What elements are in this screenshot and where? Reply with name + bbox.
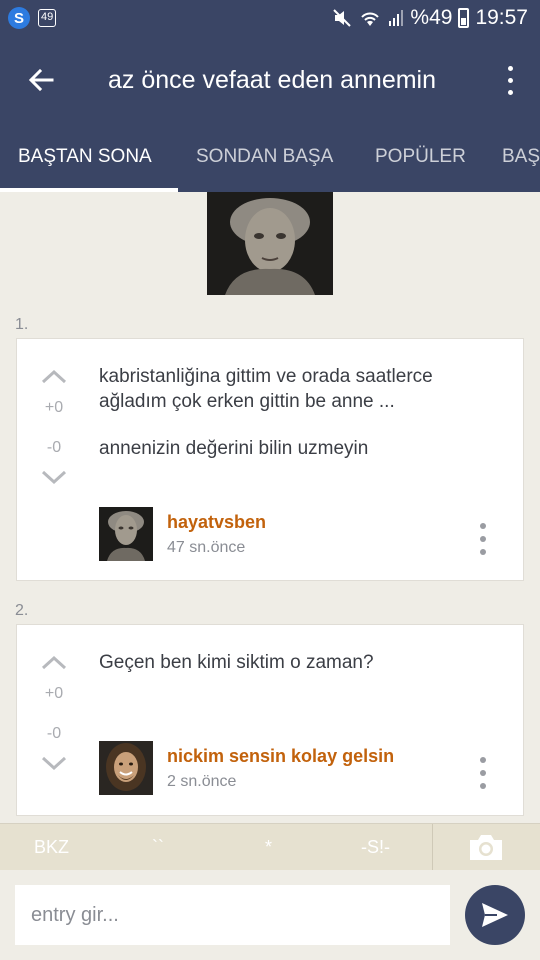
mute-icon [333, 9, 352, 27]
hidden-bkz-button[interactable]: `` [152, 837, 164, 858]
tab-sondan-basa[interactable]: SONDAN BAŞA [196, 136, 333, 192]
author-avatar[interactable] [99, 741, 153, 795]
clock: 19:57 [475, 6, 528, 29]
author-name[interactable]: nickim sensin kolay gelsin [167, 746, 394, 767]
downvote-count: -0 [46, 439, 62, 456]
chevron-down-icon [41, 470, 67, 485]
chevron-up-icon [41, 655, 67, 670]
more-vert-dot [480, 549, 486, 555]
signal-icon [389, 10, 404, 26]
format-toolbar: BKZ `` * -S!- [0, 823, 540, 871]
downvote-button[interactable] [39, 755, 69, 773]
battery-icon [458, 8, 470, 28]
more-vert-dot [480, 770, 486, 776]
entry-text-paragraph: Geçen ben kimi siktim o zaman? [99, 652, 374, 673]
status-bar: S 49 %49 19:57 [0, 0, 540, 36]
topic-image[interactable] [207, 192, 333, 295]
entry-time[interactable]: 47 sn.önce [167, 539, 245, 557]
app-bar: az önce vefaat eden annemin BAŞTAN SONA … [0, 36, 540, 192]
entry-text-paragraph: annenizin değerini bilin uzmeyin [99, 438, 369, 459]
entry-more-button[interactable] [479, 523, 487, 555]
arrow-back-icon [28, 68, 54, 92]
entry-input[interactable] [15, 885, 450, 945]
back-button[interactable] [22, 60, 62, 100]
topic-title: az önce vefaat eden annemin [108, 66, 437, 94]
camera-button[interactable] [466, 832, 506, 862]
entry-time[interactable]: 2 sn.önce [167, 773, 236, 791]
upvote-button[interactable] [39, 653, 69, 671]
toolbar-divider [432, 824, 433, 871]
active-tab-indicator [0, 188, 178, 192]
entry-input-bar [0, 870, 540, 960]
battery-percent: %49 [410, 6, 453, 29]
entry-number: 2. [15, 602, 29, 619]
more-vert-dot [507, 89, 513, 95]
send-icon [482, 903, 508, 927]
upvote-count: +0 [44, 399, 64, 416]
downvote-count: -0 [46, 725, 62, 742]
wifi-icon [361, 12, 380, 26]
entry-more-button[interactable] [479, 757, 487, 789]
more-vert-icon [480, 523, 486, 529]
entry-card: +0 -0 Geçen ben kimi siktim o zaman? nic… [16, 624, 524, 816]
entry-card: +0 -0 kabristanliğina gittim ve orada sa… [16, 338, 524, 581]
more-vert-dot [480, 536, 486, 542]
more-vert-dot [480, 783, 486, 789]
tab-bastan-sona[interactable]: BAŞTAN SONA [18, 136, 152, 192]
star-button[interactable]: * [265, 837, 272, 858]
more-vert-icon [507, 65, 513, 71]
spoiler-button[interactable]: -S!- [361, 837, 390, 858]
overflow-menu-button[interactable] [500, 62, 520, 98]
chevron-up-icon [41, 369, 67, 384]
notification-count-badge: 49 [38, 9, 57, 27]
author-avatar[interactable] [99, 507, 153, 561]
upvote-count: +0 [44, 685, 64, 702]
more-vert-icon [480, 757, 486, 763]
more-vert-dot [507, 77, 513, 83]
bkz-button[interactable]: BKZ [34, 837, 69, 858]
sort-tabs: BAŞTAN SONA SONDAN BAŞA POPÜLER BAŞ [0, 136, 540, 192]
app-notification-icon: S [8, 7, 30, 29]
downvote-button[interactable] [39, 469, 69, 487]
upvote-button[interactable] [39, 367, 69, 385]
tab-bas[interactable]: BAŞ [502, 136, 540, 192]
chevron-down-icon [41, 756, 67, 771]
camera-icon [470, 835, 502, 860]
author-name[interactable]: hayatvsben [167, 512, 266, 533]
entry-number: 1. [15, 316, 29, 333]
entry-text-paragraph: kabristanliğina gittim ve orada saatlerc… [99, 366, 433, 412]
tab-populer[interactable]: POPÜLER [375, 136, 466, 192]
send-button[interactable] [465, 885, 525, 945]
